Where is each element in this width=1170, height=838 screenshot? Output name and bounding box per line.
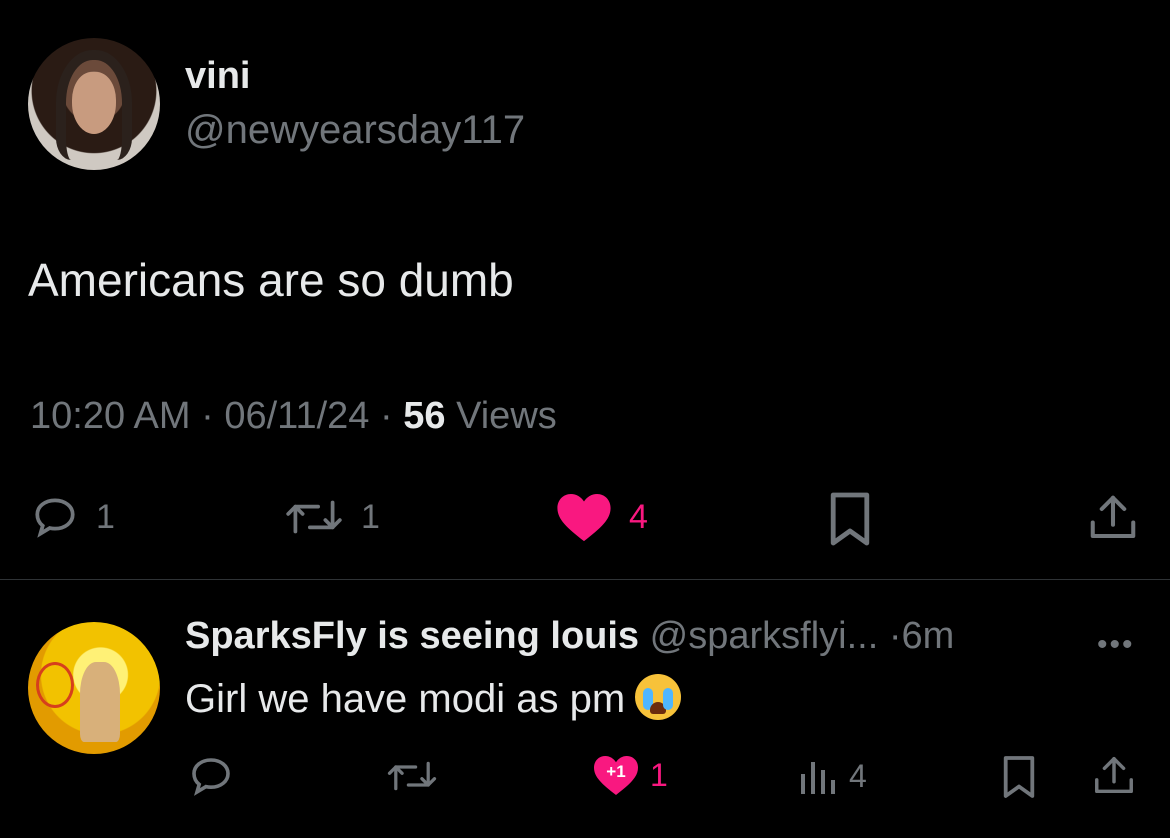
emoji-mouth (650, 702, 667, 714)
avatar-lion-shape (36, 662, 74, 708)
divider (0, 579, 1170, 580)
tweet-meta: 10:20 AM · 06/11/24 · 56 Views (30, 395, 557, 438)
heart-icon: +1 (592, 752, 640, 798)
reply-text: Girl we have modi as pm (185, 677, 626, 721)
reply-share-button[interactable] (1091, 752, 1137, 800)
reply-bookmark-button[interactable] (1000, 754, 1038, 800)
views-icon (797, 756, 837, 796)
views-label: Views (456, 395, 557, 437)
avatar-face-shape (72, 72, 116, 134)
like-button[interactable]: 4 (555, 490, 648, 544)
tweet-date: 06/11/24 (224, 395, 370, 437)
reply-header: SparksFly is seeing louis @sparksflyi...… (185, 615, 954, 658)
reply-like-count: 1 (650, 756, 668, 793)
reply-icon (187, 752, 235, 800)
reply-author-name[interactable]: SparksFly is seeing louis (185, 615, 639, 657)
bookmark-icon (826, 490, 874, 548)
reply-text-row: Girl we have modi as pm (185, 674, 682, 722)
views-count: 56 (403, 395, 446, 437)
reply-views-count: 4 (849, 757, 867, 794)
meta-separator: · (201, 395, 225, 437)
tweet-time: 10:20 AM (30, 395, 191, 437)
reply-retweet-button[interactable] (385, 754, 439, 798)
retweet-button[interactable]: 1 (283, 492, 380, 542)
crying-emoji (635, 674, 682, 720)
share-button[interactable] (1086, 490, 1140, 546)
heart-icon (555, 490, 613, 544)
reply-button[interactable]: 1 (30, 492, 115, 542)
tweet-text: Americans are so dumb (28, 254, 514, 306)
reply-views-button[interactable]: 4 (797, 756, 867, 796)
meta-separator: · (888, 615, 902, 657)
reply-reply-button[interactable] (187, 752, 235, 800)
reply-count: 1 (96, 497, 115, 536)
author-handle[interactable]: @newyearsday117 (185, 108, 525, 153)
retweet-icon (385, 754, 439, 798)
like-badge: +1 (606, 762, 626, 781)
avatar-figure-shape (80, 662, 120, 742)
author-name[interactable]: vini (185, 55, 250, 98)
share-icon (1091, 752, 1137, 800)
bookmark-button[interactable] (826, 490, 874, 548)
meta-separator: · (380, 395, 404, 437)
reply-age[interactable]: 6m (901, 615, 954, 657)
reply-author-handle[interactable]: @sparksflyi... (650, 615, 879, 657)
retweet-count: 1 (361, 497, 380, 536)
more-button[interactable]: ••• (1097, 628, 1135, 662)
reply-author-avatar[interactable] (28, 622, 160, 754)
reply-icon (30, 492, 80, 542)
retweet-icon (283, 492, 345, 542)
reply-like-button[interactable]: +1 1 (592, 752, 668, 798)
like-count: 4 (629, 497, 648, 536)
bookmark-icon (1000, 754, 1038, 800)
author-avatar[interactable] (28, 38, 160, 170)
share-icon (1086, 490, 1140, 546)
more-icon: ••• (1097, 628, 1135, 661)
